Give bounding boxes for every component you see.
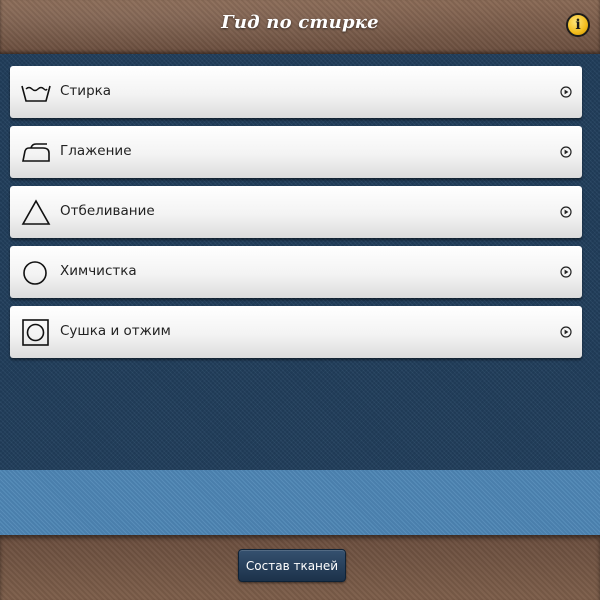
menu-item-label: Стирка <box>60 83 112 99</box>
washtub-icon <box>21 85 51 102</box>
iron-icon <box>22 143 50 162</box>
menu-item-bleaching[interactable]: Отбеливание <box>10 186 582 238</box>
menu-item-label: Отбеливание <box>60 203 155 219</box>
play-circle-icon <box>560 206 572 218</box>
header-bar: Гид по стирке i <box>0 0 600 54</box>
triangle-icon <box>21 199 51 225</box>
menu-item-washing[interactable]: Стирка <box>10 66 582 118</box>
care-menu: Стирка Глажение Отбеливание Химчистка Су… <box>10 66 582 366</box>
play-circle-icon <box>560 326 572 338</box>
page-title: Гид по стирке <box>221 12 379 33</box>
play-circle-icon <box>560 266 572 278</box>
menu-item-dry-cleaning[interactable]: Химчистка <box>10 246 582 298</box>
info-button[interactable]: i <box>566 13 590 37</box>
menu-item-label: Глажение <box>60 143 132 159</box>
play-circle-icon <box>560 146 572 158</box>
fabric-composition-button[interactable]: Состав тканей <box>238 549 346 582</box>
menu-item-label: Сушка и отжим <box>60 323 171 339</box>
denim-stripe <box>0 470 600 535</box>
play-circle-icon <box>560 86 572 98</box>
dryer-square-circle-icon <box>22 319 49 346</box>
menu-item-label: Химчистка <box>60 263 137 279</box>
info-icon: i <box>575 17 581 33</box>
menu-item-drying[interactable]: Сушка и отжим <box>10 306 582 358</box>
menu-item-ironing[interactable]: Глажение <box>10 126 582 178</box>
circle-icon <box>23 261 47 285</box>
